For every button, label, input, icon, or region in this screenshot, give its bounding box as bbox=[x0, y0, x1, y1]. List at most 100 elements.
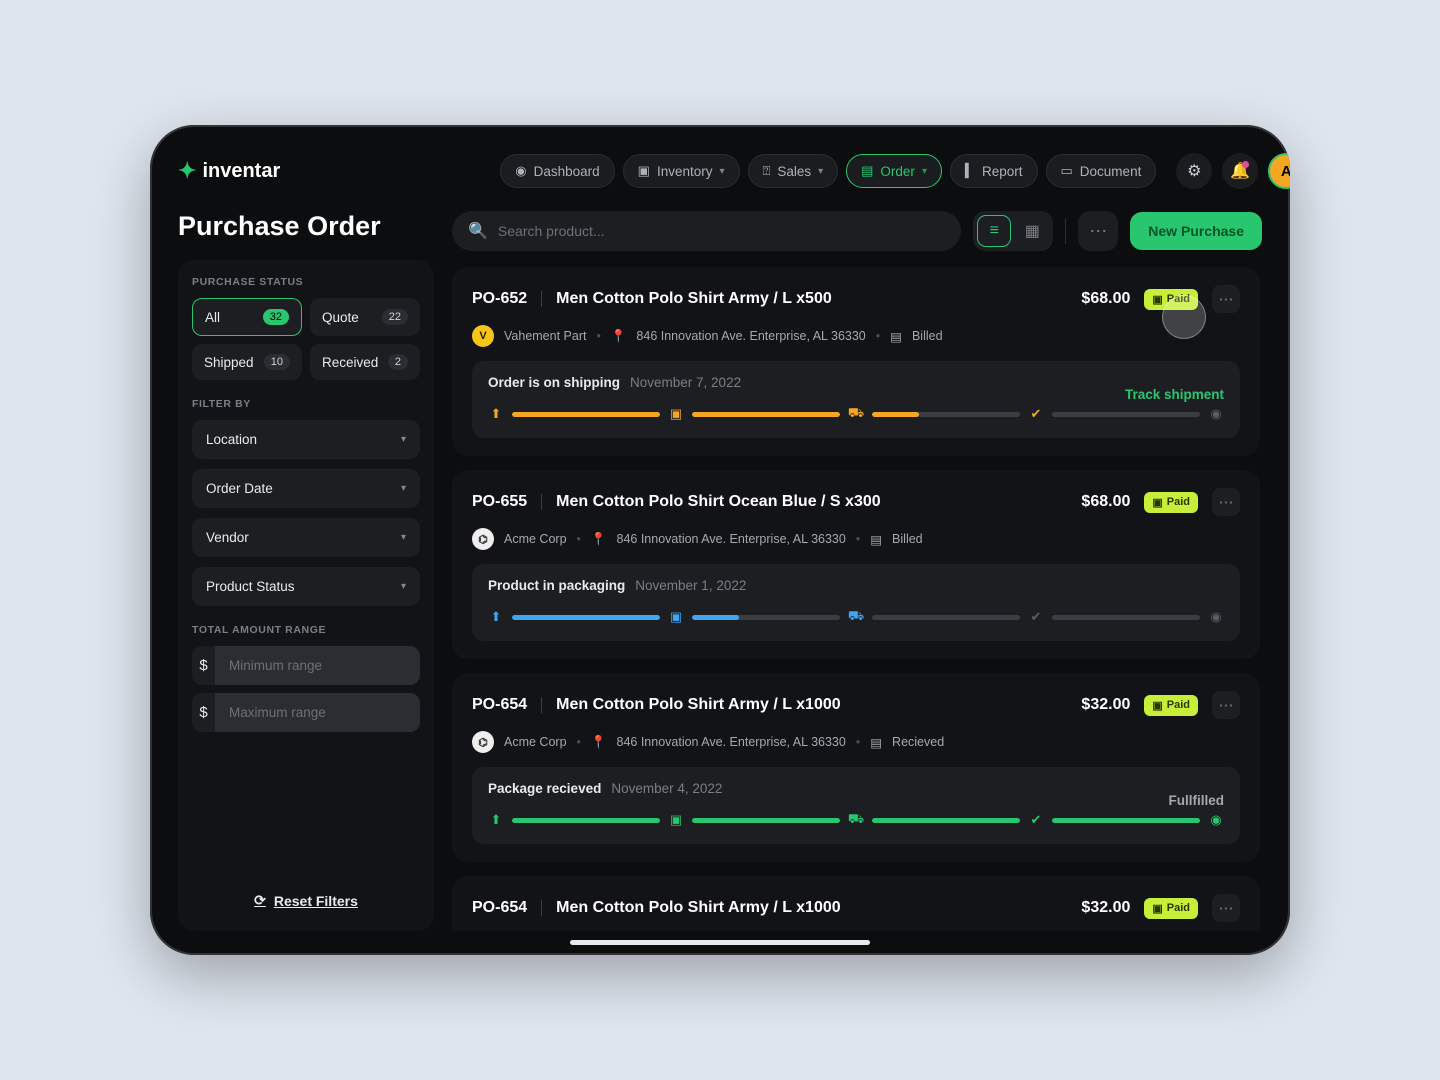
home-indicator bbox=[570, 940, 870, 945]
order-card: PO-654 Men Cotton Polo Shirt Army / L x1… bbox=[452, 673, 1260, 862]
vendor-name: Acme Corp bbox=[504, 735, 567, 749]
order-price: $32.00 bbox=[1081, 899, 1130, 917]
step-icon: ✔ bbox=[1028, 812, 1044, 828]
search[interactable]: 🔍 bbox=[452, 211, 961, 251]
nav-document[interactable]: ▭ Document bbox=[1046, 154, 1157, 188]
max-range-row: $ bbox=[192, 693, 420, 732]
nav-report[interactable]: ▍ Report bbox=[950, 154, 1038, 188]
progress-bar bbox=[512, 818, 660, 823]
nav: ◉ Dashboard ▣ Inventory ▾ ⍰ Sales ▾ ▤ Or… bbox=[500, 154, 1156, 188]
order-title: Men Cotton Polo Shirt Army / L x1000 bbox=[556, 696, 1067, 714]
status-received[interactable]: Received 2 bbox=[310, 344, 420, 380]
orders-list[interactable]: PO-652 Men Cotton Polo Shirt Army / L x5… bbox=[452, 267, 1262, 931]
shipment-panel: Product in packaging November 1, 2022 ⬆▣… bbox=[472, 564, 1240, 641]
filters-panel: PURCHASE STATUS All 32 Quote 22 Shipped … bbox=[178, 260, 434, 931]
vendor-badge: ⌬ bbox=[472, 528, 494, 550]
ship-date: November 1, 2022 bbox=[635, 578, 746, 593]
status-shipped[interactable]: Shipped 10 bbox=[192, 344, 302, 380]
search-input[interactable] bbox=[498, 223, 945, 239]
order-card: PO-652 Men Cotton Polo Shirt Army / L x5… bbox=[452, 267, 1260, 456]
progress-bar bbox=[872, 615, 1020, 620]
progress-bar bbox=[872, 818, 1020, 823]
progress-bar bbox=[692, 615, 840, 620]
min-range-row: $ bbox=[192, 646, 420, 685]
dd-label: Order Date bbox=[206, 481, 273, 496]
new-purchase-button[interactable]: New Purchase bbox=[1130, 212, 1262, 250]
progress-bar bbox=[512, 615, 660, 620]
nav-label: Document bbox=[1080, 164, 1142, 179]
gear-icon: ⚙ bbox=[1187, 161, 1201, 181]
done-icon: ◉ bbox=[1208, 812, 1224, 828]
nav-dashboard[interactable]: ◉ Dashboard bbox=[500, 154, 614, 188]
filter-product-status[interactable]: Product Status▾ bbox=[192, 567, 420, 606]
chip-count: 32 bbox=[263, 309, 289, 325]
doc-icon: ▤ bbox=[890, 329, 902, 344]
track-shipment[interactable]: Track shipment bbox=[1125, 387, 1224, 402]
nav-sales[interactable]: ⍰ Sales ▾ bbox=[748, 154, 839, 188]
bill-status: Recieved bbox=[892, 735, 944, 749]
doc-icon: ▤ bbox=[870, 532, 882, 547]
folder-icon: ▭ bbox=[1061, 163, 1073, 179]
main: 🔍 ≡ ▦ ⋯ New Purchase PO-652 Men Cotton P… bbox=[452, 211, 1262, 931]
progress-bar bbox=[512, 412, 660, 417]
progress-bar bbox=[872, 412, 1020, 417]
notifications-button[interactable]: 🔔 bbox=[1222, 153, 1258, 189]
grid-view-button[interactable]: ▦ bbox=[1015, 215, 1049, 247]
reset-filters[interactable]: ⟳ Reset Filters bbox=[192, 878, 420, 915]
bill-status: Billed bbox=[912, 329, 943, 343]
check-icon: ▣ bbox=[1152, 496, 1162, 509]
chip-count: 2 bbox=[388, 354, 408, 370]
divider bbox=[541, 900, 542, 916]
avatar[interactable]: A bbox=[1268, 153, 1290, 189]
range-heading: TOTAL AMOUNT RANGE bbox=[192, 624, 420, 636]
pin-icon: 📍 bbox=[611, 329, 627, 344]
divider bbox=[541, 697, 542, 713]
paid-badge: ▣Paid bbox=[1144, 898, 1198, 919]
order-card: PO-654 Men Cotton Polo Shirt Army / L x1… bbox=[452, 876, 1260, 931]
order-price: $32.00 bbox=[1081, 696, 1130, 714]
more-button[interactable]: ⋯ bbox=[1078, 211, 1118, 251]
chevron-down-icon: ▾ bbox=[401, 581, 406, 592]
gauge-icon: ◉ bbox=[515, 163, 526, 179]
check-icon: ▣ bbox=[1152, 293, 1162, 306]
clipboard-icon: ▤ bbox=[861, 163, 873, 179]
chevron-down-icon: ▾ bbox=[719, 166, 724, 177]
status-all[interactable]: All 32 bbox=[192, 298, 302, 336]
filter-vendor[interactable]: Vendor▾ bbox=[192, 518, 420, 557]
logo-icon: ✦ bbox=[178, 158, 196, 184]
filter-heading: FILTER BY bbox=[192, 398, 420, 410]
search-icon: 🔍 bbox=[468, 221, 488, 241]
chip-label: Shipped bbox=[204, 355, 254, 370]
status-quote[interactable]: Quote 22 bbox=[310, 298, 420, 336]
track-shipment: Fullfilled bbox=[1169, 793, 1225, 808]
row-more-button[interactable]: ⋯ bbox=[1212, 894, 1240, 922]
done-icon: ◉ bbox=[1208, 406, 1224, 422]
order-price: $68.00 bbox=[1081, 290, 1130, 308]
filter-order-date[interactable]: Order Date▾ bbox=[192, 469, 420, 508]
top-actions: ⚙ 🔔 A ▾ bbox=[1176, 153, 1290, 189]
order-card: PO-655 Men Cotton Polo Shirt Ocean Blue … bbox=[452, 470, 1260, 659]
nav-order[interactable]: ▤ Order ▾ bbox=[846, 154, 942, 188]
logo[interactable]: ✦ inventar bbox=[178, 158, 280, 184]
order-id: PO-652 bbox=[472, 290, 527, 308]
order-address: 846 Innovation Ave. Enterprise, AL 36330 bbox=[636, 329, 865, 343]
pin-icon: 📍 bbox=[591, 532, 607, 547]
nav-label: Sales bbox=[777, 164, 811, 179]
row-more-button[interactable]: ⋯ bbox=[1212, 285, 1240, 313]
max-range-input[interactable] bbox=[215, 693, 420, 732]
row-more-button[interactable]: ⋯ bbox=[1212, 488, 1240, 516]
vendor-name: Acme Corp bbox=[504, 532, 567, 546]
list-view-button[interactable]: ≡ bbox=[977, 215, 1011, 247]
filter-location[interactable]: Location▾ bbox=[192, 420, 420, 459]
ship-date: November 7, 2022 bbox=[630, 375, 741, 390]
step-icon: ▣ bbox=[668, 812, 684, 828]
step-icon: ⛟ bbox=[848, 609, 864, 625]
step-icon: ▣ bbox=[668, 609, 684, 625]
done-icon: ◉ bbox=[1208, 609, 1224, 625]
nav-inventory[interactable]: ▣ Inventory ▾ bbox=[623, 154, 740, 188]
min-range-input[interactable] bbox=[215, 646, 420, 685]
bill-status: Billed bbox=[892, 532, 923, 546]
progress: ⬆▣⛟✔◉ bbox=[488, 609, 1224, 625]
settings-button[interactable]: ⚙ bbox=[1176, 153, 1212, 189]
row-more-button[interactable]: ⋯ bbox=[1212, 691, 1240, 719]
